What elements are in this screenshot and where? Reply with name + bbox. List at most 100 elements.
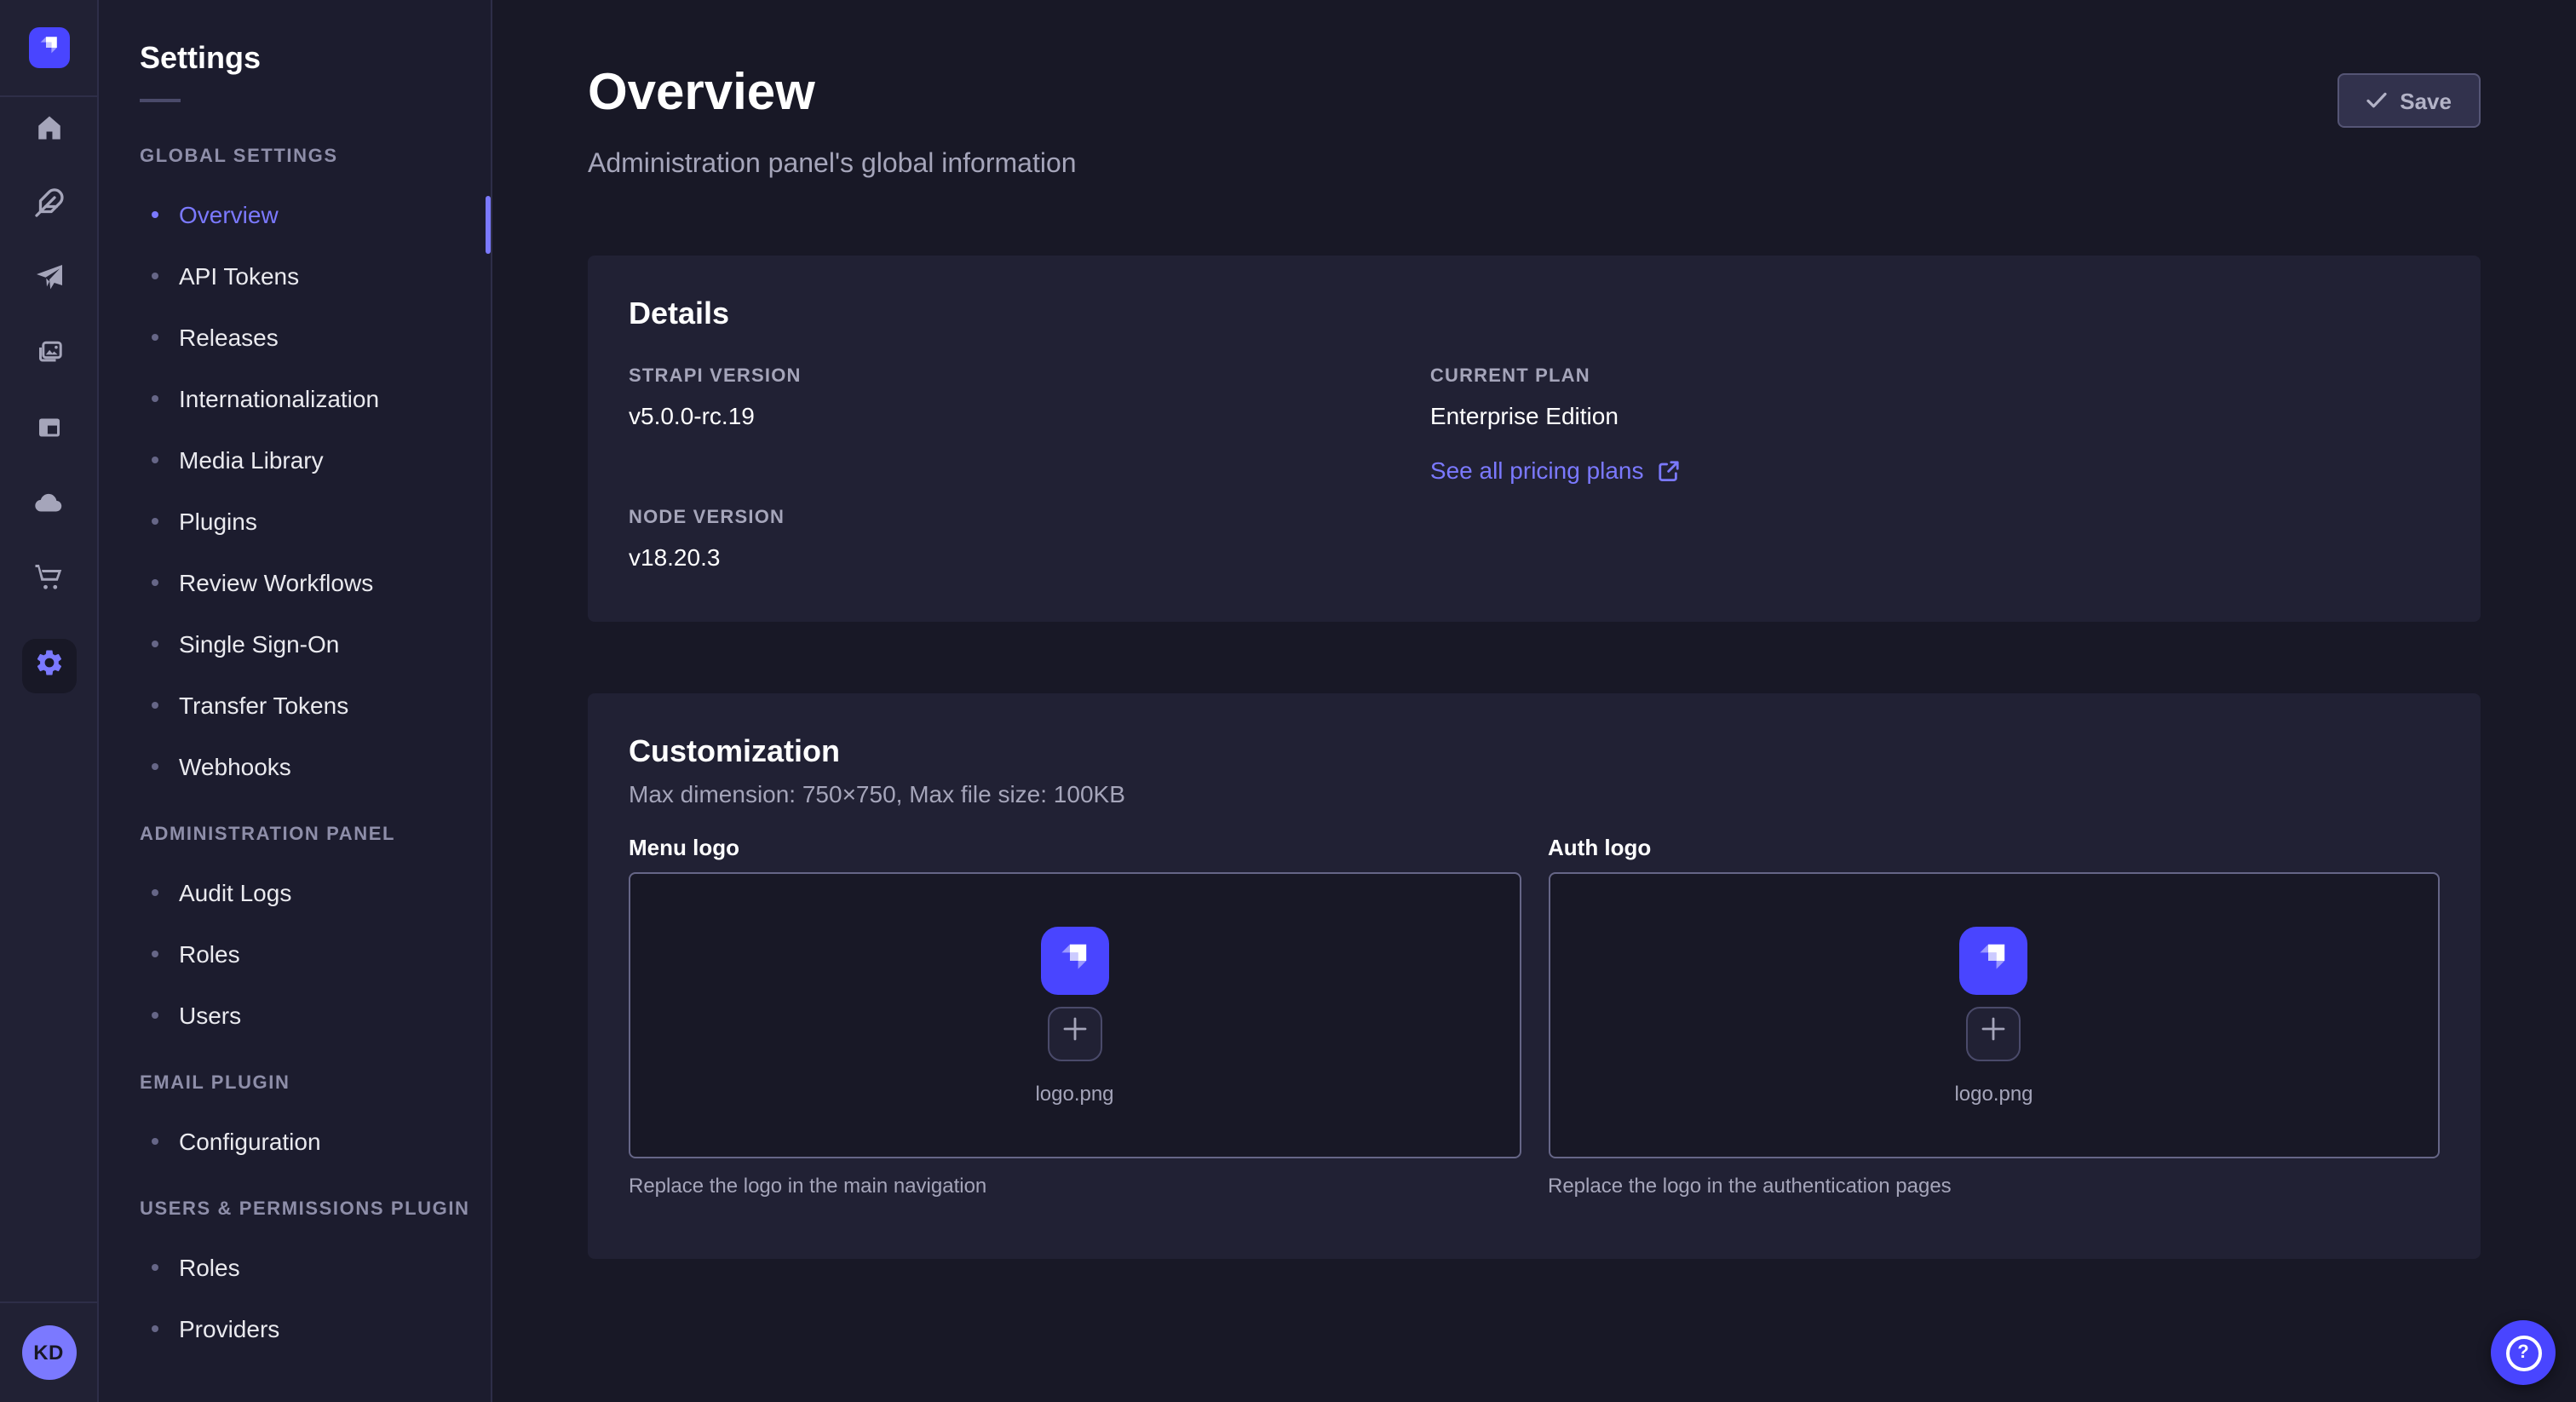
sidebar-item-email-configuration[interactable]: Configuration bbox=[99, 1111, 491, 1172]
strapi-logo-icon bbox=[35, 30, 62, 66]
add-logo-button[interactable] bbox=[1048, 1006, 1102, 1060]
sidebar-item-label: Roles bbox=[179, 1254, 240, 1281]
page-subtitle: Administration panel's global informatio… bbox=[588, 150, 2481, 181]
plus-icon bbox=[1063, 1017, 1087, 1049]
sidebar-item-overview[interactable]: Overview bbox=[99, 184, 491, 245]
field-value: v18.20.3 bbox=[629, 543, 1389, 571]
help-button[interactable]: ? bbox=[2491, 1320, 2556, 1385]
auth-logo-upload-box[interactable]: logo.png bbox=[1548, 872, 2440, 1158]
strapi-logo-icon bbox=[1055, 935, 1095, 985]
sidebar-item-label: Internationalization bbox=[179, 385, 379, 412]
nav-settings-active[interactable] bbox=[21, 639, 76, 693]
main-content: Overview Save Administration panel's glo… bbox=[492, 0, 2576, 1402]
bullet-icon bbox=[152, 334, 158, 341]
external-link-icon bbox=[1658, 459, 1680, 481]
sidebar-item-releases[interactable]: Releases bbox=[99, 307, 491, 368]
nav-media-library[interactable] bbox=[18, 337, 79, 368]
user-avatar[interactable]: KD bbox=[21, 1325, 76, 1380]
pricing-plans-link[interactable]: See all pricing plans bbox=[1430, 457, 1680, 484]
save-button[interactable]: Save bbox=[2337, 73, 2481, 128]
sidebar-item-webhooks[interactable]: Webhooks bbox=[99, 736, 491, 797]
sidebar-item-transfer-tokens[interactable]: Transfer Tokens bbox=[99, 675, 491, 736]
section-administration-panel: Administration Panel Audit Logs Roles Us… bbox=[99, 825, 491, 1046]
bullet-icon bbox=[152, 579, 158, 586]
bullet-icon bbox=[152, 457, 158, 463]
page-header: Overview Save Administration panel's glo… bbox=[492, 0, 2576, 181]
check-icon bbox=[2366, 92, 2386, 109]
menu-logo-upload-box[interactable]: logo.png bbox=[629, 872, 1521, 1158]
plus-icon bbox=[1982, 1017, 2006, 1049]
sidebar-scrollbar-thumb[interactable] bbox=[486, 196, 491, 254]
nav-cloud[interactable] bbox=[18, 487, 79, 518]
nav-content-builder[interactable] bbox=[18, 187, 79, 218]
field-label: Strapi Version bbox=[629, 366, 1389, 387]
bullet-icon bbox=[152, 641, 158, 647]
field-node-version: Node Version v18.20.3 bbox=[629, 508, 1389, 571]
section-header: Email Plugin bbox=[140, 1073, 491, 1094]
customization-card-title: Customization bbox=[629, 734, 2440, 770]
main-nav-rail: KD bbox=[0, 0, 99, 1402]
sidebar-title-divider bbox=[140, 99, 181, 102]
strapi-logo-icon bbox=[1974, 935, 2015, 985]
rail-divider bbox=[0, 95, 97, 97]
section-header: Users & Permissions Plugin bbox=[140, 1199, 491, 1220]
sidebar-item-internationalization[interactable]: Internationalization bbox=[99, 368, 491, 429]
sidebar-item-up-providers[interactable]: Providers bbox=[99, 1298, 491, 1359]
field-value: Enterprise Edition bbox=[1430, 402, 2440, 429]
sidebar-item-label: Transfer Tokens bbox=[179, 692, 348, 719]
images-icon bbox=[33, 337, 64, 368]
sidebar-item-label: Audit Logs bbox=[179, 879, 291, 906]
sidebar-item-review-workflows[interactable]: Review Workflows bbox=[99, 552, 491, 613]
customization-card: Customization Max dimension: 750×750, Ma… bbox=[588, 693, 2481, 1259]
sidebar-item-audit-logs[interactable]: Audit Logs bbox=[99, 862, 491, 923]
sidebar-item-label: Overview bbox=[179, 201, 279, 228]
strapi-logo[interactable] bbox=[28, 27, 69, 68]
bullet-icon bbox=[152, 1138, 158, 1145]
cart-icon bbox=[33, 562, 64, 593]
page-title: Overview bbox=[588, 68, 815, 119]
bullet-icon bbox=[152, 395, 158, 402]
field-current-plan: Current Plan Enterprise Edition See all … bbox=[1430, 366, 2440, 487]
upload-label: Menu logo bbox=[629, 835, 1521, 860]
layout-icon bbox=[33, 412, 64, 443]
app-window: KD Settings Global Settings Overview API… bbox=[0, 0, 2576, 1402]
sidebar-item-plugins[interactable]: Plugins bbox=[99, 491, 491, 552]
section-email-plugin: Email Plugin Configuration bbox=[99, 1073, 491, 1172]
customization-card-subtitle: Max dimension: 750×750, Max file size: 1… bbox=[629, 780, 2440, 807]
nav-content-manager[interactable] bbox=[18, 412, 79, 443]
save-button-label: Save bbox=[2400, 88, 2452, 113]
field-label: Node Version bbox=[629, 508, 1389, 528]
sidebar-item-label: Review Workflows bbox=[179, 569, 373, 596]
upload-hint: Replace the logo in the main navigation bbox=[629, 1174, 1521, 1198]
menu-logo-field: Menu logo bbox=[629, 835, 1521, 1198]
rail-nav-items bbox=[18, 112, 79, 693]
bullet-icon bbox=[152, 951, 158, 957]
add-logo-button[interactable] bbox=[1967, 1006, 2021, 1060]
sidebar-item-label: Providers bbox=[179, 1315, 279, 1342]
paper-plane-icon bbox=[33, 262, 64, 293]
sidebar-item-label: Users bbox=[179, 1002, 241, 1029]
section-header: Administration Panel bbox=[140, 825, 491, 845]
gear-icon bbox=[33, 646, 64, 686]
bullet-icon bbox=[152, 518, 158, 525]
sidebar-item-admin-users[interactable]: Users bbox=[99, 985, 491, 1046]
details-card-title: Details bbox=[629, 296, 2440, 332]
section-users-permissions-plugin: Users & Permissions Plugin Roles Provide… bbox=[99, 1199, 491, 1359]
nav-marketplace[interactable] bbox=[18, 562, 79, 593]
sidebar-item-up-roles[interactable]: Roles bbox=[99, 1237, 491, 1298]
sidebar-item-api-tokens[interactable]: API Tokens bbox=[99, 245, 491, 307]
settings-sidebar: Settings Global Settings Overview API To… bbox=[99, 0, 492, 1402]
cloud-icon bbox=[32, 486, 65, 519]
sidebar-item-label: Configuration bbox=[179, 1128, 321, 1155]
sidebar-item-admin-roles[interactable]: Roles bbox=[99, 923, 491, 985]
sidebar-item-label: Plugins bbox=[179, 508, 257, 535]
logo-filename: logo.png bbox=[1954, 1081, 2033, 1105]
nav-releases[interactable] bbox=[18, 262, 79, 293]
sidebar-item-label: Media Library bbox=[179, 446, 324, 474]
field-label: Current Plan bbox=[1430, 366, 2440, 387]
section-global-settings: Global Settings Overview API Tokens Rele… bbox=[99, 147, 491, 797]
nav-home[interactable] bbox=[18, 112, 79, 143]
sidebar-item-media-library[interactable]: Media Library bbox=[99, 429, 491, 491]
sidebar-item-single-sign-on[interactable]: Single Sign-On bbox=[99, 613, 491, 675]
bullet-icon bbox=[152, 763, 158, 770]
